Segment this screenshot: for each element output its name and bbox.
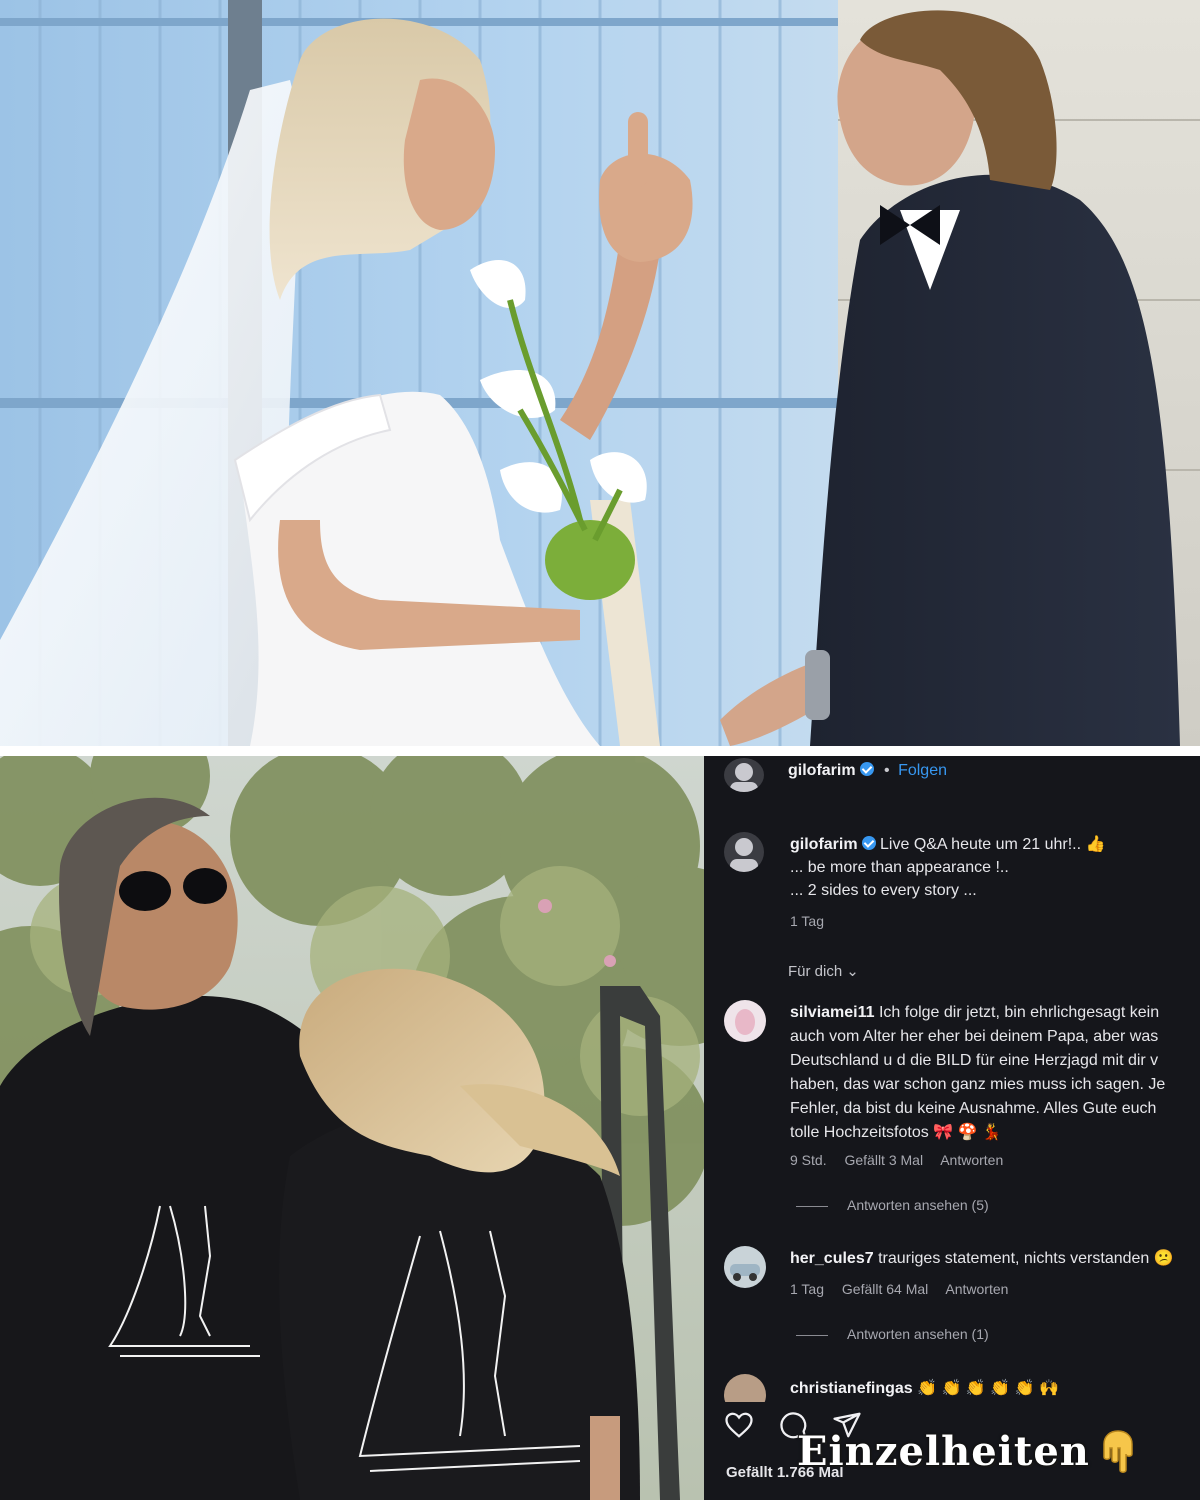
commenter-avatar[interactable] — [724, 1246, 766, 1288]
comment-text: 👏 👏 👏 👏 👏 🙌 — [917, 1380, 1059, 1397]
caption-line-1: gilofarim Live Q&A heute um 21 uhr!.. 👍 — [790, 833, 1105, 856]
hand-emoji: 👍 — [1085, 836, 1106, 853]
caption-text-1: Live Q&A heute um 21 uhr!.. — [880, 836, 1082, 853]
comment-likes[interactable]: Gefällt 64 Mal — [842, 1281, 928, 1297]
commenter-username[interactable]: silviamei11 — [790, 1004, 875, 1021]
caption-timestamp: 1 Tag — [790, 913, 824, 929]
comment-line: Deutschland u d die BILD für eine Herzja… — [790, 1052, 1159, 1069]
header-separator: • — [884, 762, 890, 779]
caption-username[interactable]: gilofarim — [790, 836, 858, 853]
comment-line: christianefingas 👏 👏 👏 👏 👏 🙌 — [790, 1377, 1059, 1400]
comment-meta: 9 Std. Gefällt 3 Mal Antworten — [790, 1152, 1017, 1168]
comment-line: auch vom Alter her eher bei deinem Papa,… — [790, 1028, 1159, 1045]
instagram-post-panel: gilofarim • Folgen gilofarim Live Q&A he… — [704, 756, 1200, 1500]
couple-hoodie-photo — [0, 756, 704, 1500]
reply-button[interactable]: Antworten — [945, 1281, 1008, 1297]
author-username[interactable]: gilofarim — [788, 762, 856, 779]
commenter-username[interactable]: her_cules7 — [790, 1250, 874, 1267]
reply-button[interactable]: Antworten — [940, 1152, 1003, 1168]
comment-line: tolle Hochzeitsfotos 🎀 🍄 💃 — [790, 1124, 1002, 1141]
comment-text: Ich folge dir jetzt, bin ehrlichgesagt k… — [878, 1004, 1160, 1021]
comment-line: silviamei11 Ich folge dir jetzt, bin ehr… — [790, 1001, 1159, 1024]
verified-icon — [861, 836, 876, 850]
wedding-photo — [0, 0, 1200, 746]
view-replies-button[interactable]: Antworten ansehen (1) — [847, 1326, 989, 1342]
comment-time: 1 Tag — [790, 1281, 824, 1297]
comment-likes[interactable]: Gefällt 3 Mal — [844, 1152, 923, 1168]
comment-text: trauriges statement, nichts verstanden 😕 — [878, 1250, 1174, 1267]
replies-divider — [796, 1335, 828, 1336]
verified-icon — [859, 762, 874, 776]
heart-icon[interactable] — [724, 1410, 754, 1440]
caption-line-3: ... 2 sides to every story ... — [790, 882, 977, 899]
chevron-down-icon: ⌄ — [846, 963, 859, 980]
sort-label: Für dich — [788, 963, 843, 980]
caption-line-2: ... be more than appearance !.. — [790, 859, 1009, 876]
commenter-username[interactable]: christianefingas — [790, 1380, 913, 1397]
comment-line: Fehler, da bist du keine Ausnahme. Alles… — [790, 1100, 1157, 1117]
comment-meta: 1 Tag Gefällt 64 Mal Antworten — [790, 1281, 1022, 1297]
view-replies-button[interactable]: Antworten ansehen (5) — [847, 1197, 989, 1213]
author-avatar[interactable] — [724, 758, 764, 792]
comment-line: her_cules7 trauriges statement, nichts v… — [790, 1247, 1174, 1270]
replies-divider — [796, 1206, 828, 1207]
caption-avatar[interactable] — [724, 832, 764, 872]
pointing-down-icon — [1100, 1428, 1136, 1479]
comment-line: haben, das war schon ganz mies muss ich … — [790, 1076, 1166, 1093]
commenter-avatar[interactable] — [724, 1000, 766, 1042]
follow-button[interactable]: Folgen — [898, 762, 947, 779]
comment-time: 9 Std. — [790, 1152, 827, 1168]
comment-sort-dropdown[interactable]: Für dich ⌄ — [788, 962, 873, 980]
post-header: gilofarim • Folgen — [788, 762, 947, 780]
details-overlay-label: Einzelheiten — [797, 1428, 1090, 1475]
